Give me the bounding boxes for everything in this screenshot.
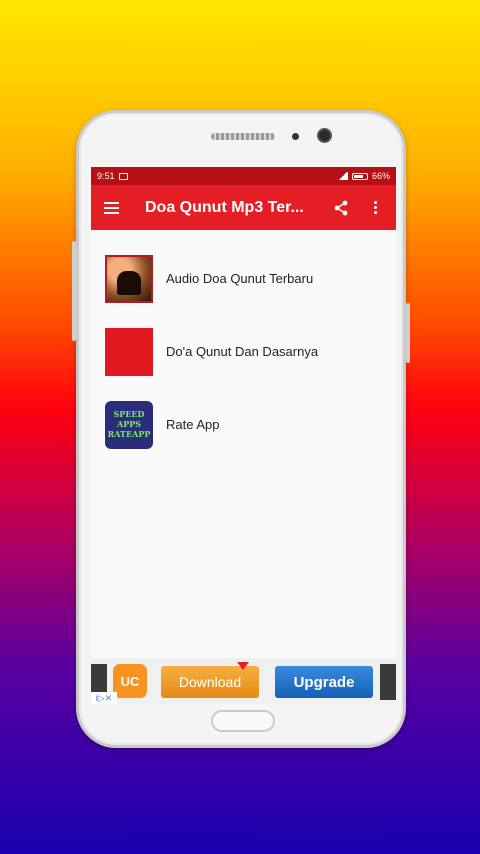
hamburger-menu-icon[interactable] — [99, 196, 123, 220]
battery-icon — [351, 172, 368, 180]
side-button-right — [406, 303, 410, 363]
app-bar: Doa Qunut Mp3 Ter... — [91, 185, 396, 230]
status-time: 9:51 — [97, 171, 115, 181]
rate-thumb-text: APPS — [116, 419, 141, 429]
audio-thumbnail — [105, 254, 153, 303]
list-item-doa[interactable]: Do'a Qunut Dan Dasarnya — [91, 315, 396, 388]
list-item-label: Audio Doa Qunut Terbaru — [166, 271, 314, 286]
ad-edge-right — [380, 664, 396, 700]
earpiece-speaker — [211, 133, 275, 140]
signal-icon — [337, 172, 348, 180]
share-icon[interactable] — [328, 195, 354, 221]
ad-banner[interactable]: UC Download Upgrade i▷✕ — [91, 658, 396, 704]
list-item-label: Rate App — [166, 417, 220, 432]
more-options-icon[interactable] — [362, 195, 388, 221]
list-item-audio[interactable]: Audio Doa Qunut Terbaru — [91, 242, 396, 315]
home-button[interactable] — [211, 710, 275, 732]
menu-list: Audio Doa Qunut Terbaru Do'a Qunut Dan D… — [91, 230, 396, 461]
rate-thumb-text: RATEAPP — [107, 429, 151, 439]
message-icon — [118, 172, 128, 180]
status-bar: 9:51 66% — [91, 167, 396, 185]
battery-percent: 66% — [371, 171, 390, 181]
front-camera — [317, 128, 332, 143]
app-title: Doa Qunut Mp3 Ter... — [145, 198, 304, 216]
rate-thumb-text: SPEED — [113, 409, 145, 419]
side-button-left — [72, 241, 76, 341]
list-item-label: Do'a Qunut Dan Dasarnya — [166, 344, 319, 359]
ad-choices-icon[interactable]: i▷✕ — [91, 692, 117, 704]
ad-download-button[interactable]: Download — [161, 666, 259, 698]
uc-browser-logo[interactable]: UC — [113, 664, 147, 698]
screen: 9:51 66% Doa Qunut Mp3 Ter... Audio Doa … — [91, 167, 396, 704]
list-item-rate-app[interactable]: SPEED APPS RATEAPP Rate App — [91, 388, 396, 461]
phone-frame: 9:51 66% Doa Qunut Mp3 Ter... Audio Doa … — [72, 110, 410, 748]
ad-upgrade-button[interactable]: Upgrade — [275, 666, 373, 698]
proximity-sensor — [292, 133, 299, 140]
rate-app-thumbnail: SPEED APPS RATEAPP — [105, 400, 153, 449]
download-arrow-icon — [237, 662, 249, 670]
red-square-thumbnail — [105, 327, 153, 376]
